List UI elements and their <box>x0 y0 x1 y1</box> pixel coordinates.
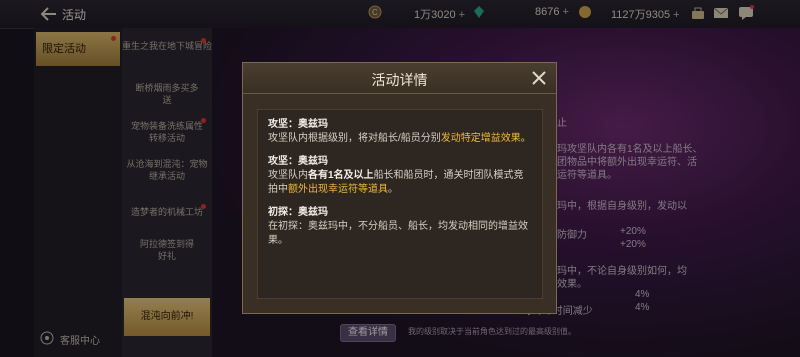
modal-title: 活动详情 <box>371 72 428 88</box>
close-icon[interactable] <box>530 69 548 87</box>
detail-section: 初探：奥兹玛 在初探：奥兹玛中，不分船员、船长，均发动相同的增益效果。 <box>268 206 532 248</box>
detail-section: 攻坚：奥兹玛 攻坚队内根据级别，将对船长/船员分别发动特定增益效果。 <box>268 118 532 146</box>
section-text: 攻坚队内各有1名及以上船长和船员时，通关时团队模式竞拍中额外出现幸运符等道具。 <box>268 170 524 195</box>
section-text: 攻坚队内根据级别，将对船长/船员分别发动特定增益效果。 <box>268 133 531 144</box>
section-text: 在初探：奥兹玛中，不分船员、船长，均发动相同的增益效果。 <box>268 221 528 246</box>
detail-section: 攻坚：奥兹玛 攻坚队内各有1名及以上船长和船员时，通关时团队模式竞拍中额外出现幸… <box>268 155 532 197</box>
modal-header: 活动详情 <box>243 63 556 94</box>
highlight-text: 额外出现幸运符等道具 <box>288 184 388 195</box>
section-title: 初探：奥兹玛 <box>268 207 328 218</box>
modal-body: 攻坚：奥兹玛 攻坚队内根据级别，将对船长/船员分别发动特定增益效果。 攻坚：奥兹… <box>257 109 543 299</box>
section-title: 攻坚：奥兹玛 <box>268 156 328 167</box>
highlight-text: 发动特定增益效果 <box>440 133 521 144</box>
section-title: 攻坚：奥兹玛 <box>268 119 328 130</box>
bold-text: 各有1名及以上 <box>308 170 374 181</box>
event-details-modal: 活动详情 攻坚：奥兹玛 攻坚队内根据级别，将对船长/船员分别发动特定增益效果。 … <box>242 62 557 314</box>
